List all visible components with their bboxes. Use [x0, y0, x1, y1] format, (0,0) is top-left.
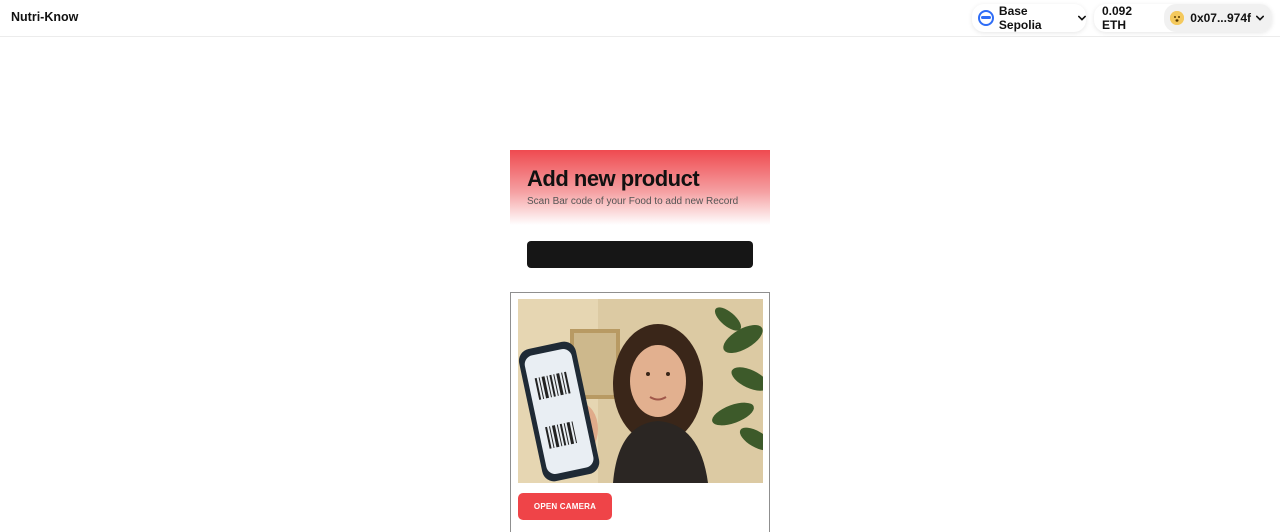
chevron-down-icon	[1078, 15, 1086, 21]
add-product-card: Add new product Scan Bar code of your Fo…	[510, 150, 770, 532]
network-name: Base Sepolia	[998, 4, 1042, 32]
base-network-icon	[978, 10, 994, 26]
emoji-avatar-icon	[1170, 11, 1185, 25]
wallet-balance: 0.092 ETH	[1102, 4, 1133, 32]
card-header: Add new product Scan Bar code of your Fo…	[510, 150, 770, 225]
chevron-down-icon	[1256, 15, 1264, 21]
network-selector-button[interactable]: Base Sepolia	[972, 4, 1086, 32]
open-camera-button[interactable]: OPEN CAMERA	[518, 493, 612, 520]
app-title: Nutri-Know	[11, 10, 79, 24]
top-navigation-bar: Nutri-Know Base Sepolia 0.092 ETH 0x07..…	[0, 0, 1280, 37]
page-subtitle: Scan Bar code of your Food to add new Re…	[527, 196, 739, 207]
page-title: Add new product	[527, 166, 700, 191]
account-button[interactable]: 0.092 ETH 0x07...974f	[1094, 4, 1272, 32]
barcode-result-bar	[527, 241, 753, 268]
camera-panel: OPEN CAMERA	[510, 292, 770, 532]
wallet-address-box[interactable]: 0x07...974f	[1164, 4, 1272, 32]
wallet-address: 0x07...974f	[1190, 11, 1251, 25]
camera-preview-image	[518, 299, 763, 483]
